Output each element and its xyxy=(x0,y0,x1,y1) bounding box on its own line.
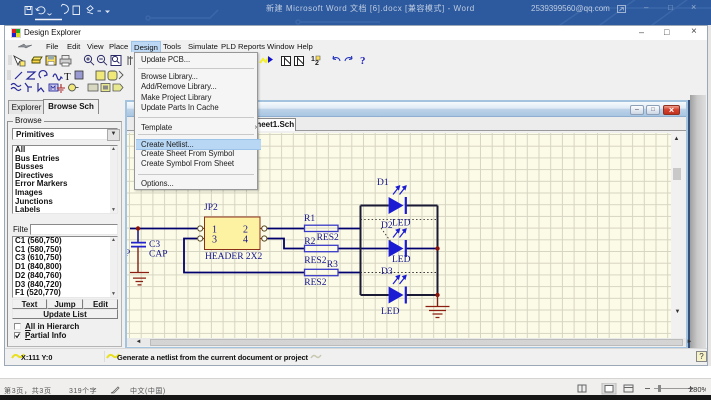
svg-text:P: P xyxy=(127,249,130,259)
svg-text:R3: R3 xyxy=(327,260,338,270)
svg-text:LED: LED xyxy=(381,307,400,317)
svg-text:R2: R2 xyxy=(304,237,315,247)
svg-text:LED: LED xyxy=(392,219,411,229)
svg-text:HEADER 2X2: HEADER 2X2 xyxy=(205,252,263,262)
svg-text:D2: D2 xyxy=(381,221,393,231)
svg-text:4: 4 xyxy=(243,235,248,246)
svg-text:JP2: JP2 xyxy=(204,203,218,213)
svg-text:3: 3 xyxy=(212,235,217,246)
svg-text:280%: 280% xyxy=(689,385,706,394)
svg-text:RES2: RES2 xyxy=(317,233,339,243)
svg-text:CAP: CAP xyxy=(149,250,167,260)
svg-text:RES2: RES2 xyxy=(304,256,326,266)
svg-text:T: T xyxy=(64,71,71,83)
svg-text:?: ? xyxy=(360,55,366,67)
svg-text:LED: LED xyxy=(392,255,411,265)
svg-text:D3: D3 xyxy=(381,267,393,277)
svg-text:R1: R1 xyxy=(304,214,315,224)
svg-text:RES2: RES2 xyxy=(304,278,326,288)
svg-text:2: 2 xyxy=(315,60,319,67)
svg-text:D1: D1 xyxy=(377,178,389,188)
svg-text:C3: C3 xyxy=(149,240,160,250)
